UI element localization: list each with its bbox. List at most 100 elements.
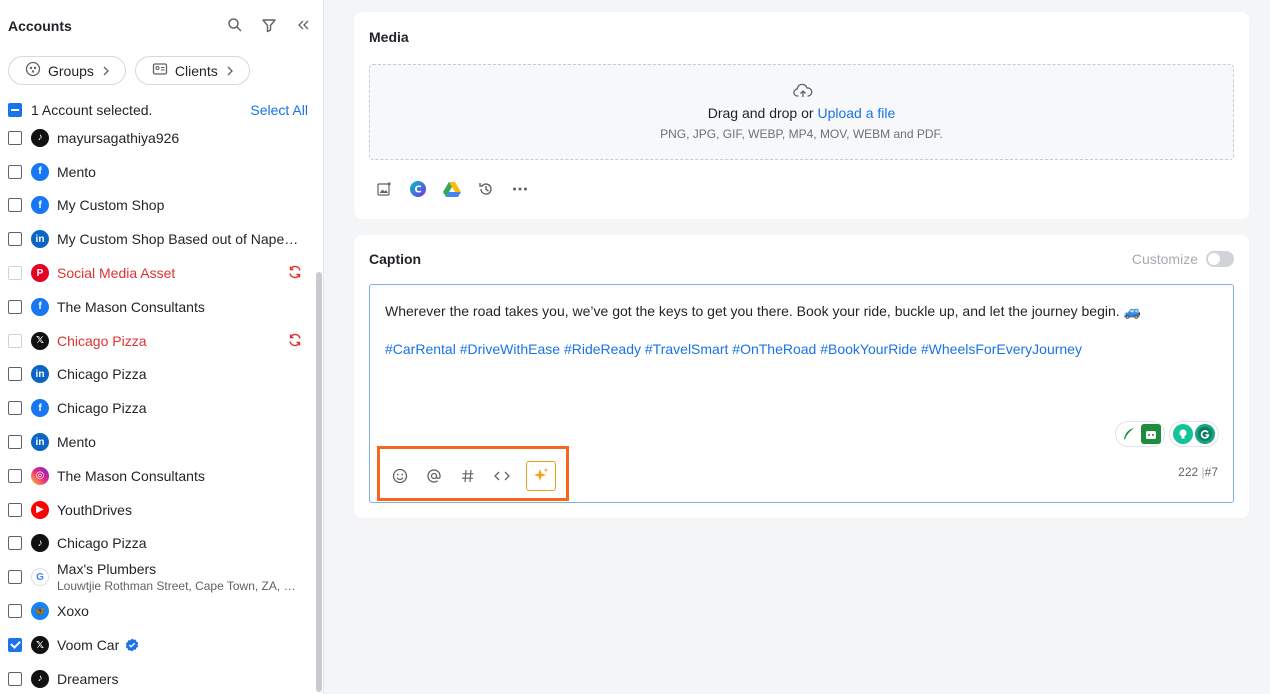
customize-label: Customize <box>1131 251 1198 267</box>
account-checkbox[interactable] <box>8 164 22 179</box>
facebook-icon: f <box>31 162 49 181</box>
pinterest-icon: P <box>31 264 49 283</box>
caption-panel: Caption Customize Wherever the road take… <box>354 235 1249 518</box>
tiktok-icon: ♪ <box>31 534 49 553</box>
account-name: My Custom Shop <box>57 197 165 214</box>
account-name: Chicago Pizza <box>57 535 147 552</box>
collapse-icon[interactable] <box>294 16 312 34</box>
account-row[interactable]: f Mento <box>8 155 308 189</box>
svg-text:C: C <box>414 185 421 196</box>
account-row[interactable]: f My Custom Shop <box>8 189 308 223</box>
grammarly-badge[interactable] <box>1169 421 1219 447</box>
account-name: Chicago Pizza <box>57 400 147 417</box>
account-name: YouthDrives <box>57 501 132 518</box>
upload-file-link[interactable]: Upload a file <box>817 105 895 121</box>
chevron-right-icon <box>225 63 235 79</box>
account-row[interactable]: in Mento <box>8 425 308 459</box>
linkedin-icon: in <box>31 433 49 452</box>
account-row[interactable]: 🦋 Xoxo <box>8 594 308 628</box>
clients-chip[interactable]: Clients <box>134 56 250 85</box>
account-name: The Mason Consultants <box>57 298 205 315</box>
hashtag-icon[interactable] <box>458 467 477 486</box>
selection-count: 1 Account selected. <box>31 102 153 118</box>
account-checkbox[interactable] <box>8 638 22 653</box>
verified-badge-icon <box>125 638 139 652</box>
account-row[interactable]: f Chicago Pizza <box>8 391 308 425</box>
google-drive-icon[interactable] <box>443 180 461 198</box>
image-gallery-icon[interactable] <box>375 180 393 198</box>
reconnect-icon[interactable] <box>288 265 304 281</box>
ai-sparkle-icon[interactable] <box>526 461 556 491</box>
account-row[interactable]: f The Mason Consultants <box>8 290 308 324</box>
account-checkbox[interactable] <box>8 604 22 619</box>
code-icon[interactable] <box>492 467 511 486</box>
account-checkbox[interactable] <box>8 232 22 247</box>
char-count: 222 <box>1178 465 1199 479</box>
x-icon: 𝕏 <box>31 636 49 655</box>
sidebar-scrollbar[interactable] <box>316 272 322 692</box>
caption-text[interactable]: Wherever the road takes you, we’ve got t… <box>385 303 1141 320</box>
accounts-sidebar: Accounts Groups Clients 1 Account select… <box>0 0 324 694</box>
account-checkbox[interactable] <box>8 570 22 585</box>
accounts-list: ♪ mayursagathiya926 f Mento f My Custom Shop i… <box>8 121 308 694</box>
customize-toggle[interactable] <box>1206 251 1234 267</box>
account-checkbox[interactable] <box>8 198 22 213</box>
account-row[interactable]: ◎ The Mason Consultants <box>8 459 308 493</box>
customize-control: Customize <box>1132 251 1234 267</box>
account-checkbox[interactable] <box>8 367 22 382</box>
hashtag-count: #7 <box>1204 465 1218 479</box>
account-checkbox[interactable] <box>8 299 22 314</box>
account-row[interactable]: ♪ Dreamers <box>8 662 308 694</box>
writing-assistant-badge[interactable] <box>1115 421 1165 447</box>
account-name: Mento <box>57 163 96 180</box>
account-row[interactable]: in Chicago Pizza <box>8 358 308 392</box>
account-row[interactable]: 𝕏 Voom Car <box>8 628 308 662</box>
account-name: mayursagathiya926 <box>57 129 180 146</box>
filter-icon[interactable] <box>260 16 278 34</box>
account-row[interactable]: ♪ mayursagathiya926 <box>8 121 308 155</box>
media-title: Media <box>369 29 409 45</box>
mention-icon[interactable] <box>424 467 443 486</box>
reconnect-icon[interactable] <box>288 333 304 349</box>
account-row[interactable]: in My Custom Shop Based out of Naperville <box>8 222 308 256</box>
feather-icon <box>1119 424 1139 444</box>
account-checkbox[interactable] <box>8 401 22 416</box>
bluesky-icon: 🦋 <box>31 602 49 621</box>
account-row[interactable]: ♪ Chicago Pizza <box>8 527 308 561</box>
dropzone-text: Drag and drop or Upload a file <box>707 105 896 121</box>
search-icon[interactable] <box>226 16 244 34</box>
account-name: Max's Plumbers <box>57 561 157 578</box>
deselect-all-checkbox[interactable] <box>8 103 22 117</box>
account-row[interactable]: G Max's Plumbers Louwtjie Rothman Street, … <box>8 560 308 594</box>
account-checkbox[interactable] <box>8 130 22 145</box>
account-checkbox[interactable] <box>8 536 22 551</box>
emoji-icon[interactable] <box>390 467 409 486</box>
caption-hashtags[interactable]: #CarRental #DriveWithEase #RideReady #Tr… <box>385 341 1082 357</box>
clients-icon <box>152 61 168 80</box>
media-dropzone[interactable]: Drag and drop or Upload a file PNG, JPG,… <box>369 64 1234 160</box>
chevron-right-icon <box>101 63 111 79</box>
account-row[interactable]: ▶ YouthDrives <box>8 493 308 527</box>
account-name: Voom Car <box>57 637 120 654</box>
account-checkbox[interactable] <box>8 671 22 686</box>
linkedin-icon: in <box>31 230 49 249</box>
cloud-upload-icon <box>793 83 813 99</box>
youtube-icon: ▶ <box>31 500 49 519</box>
select-all-link[interactable]: Select All <box>250 102 308 118</box>
account-checkbox <box>8 333 22 348</box>
linkedin-icon: in <box>31 365 49 384</box>
canva-icon[interactable]: C <box>409 180 427 198</box>
account-row[interactable]: 𝕏 Chicago Pizza <box>8 324 308 358</box>
account-checkbox[interactable] <box>8 502 22 517</box>
more-icon[interactable] <box>511 180 529 198</box>
account-checkbox[interactable] <box>8 468 22 483</box>
account-checkbox[interactable] <box>8 435 22 450</box>
account-name: Dreamers <box>57 670 119 687</box>
sidebar-header: Accounts <box>8 16 312 36</box>
history-icon[interactable] <box>477 180 495 198</box>
caption-editor[interactable]: Wherever the road takes you, we’ve got t… <box>369 284 1234 503</box>
account-name: Chicago Pizza <box>57 332 147 349</box>
groups-chip[interactable]: Groups <box>8 56 126 85</box>
lightbulb-icon <box>1173 424 1193 444</box>
account-row[interactable]: P Social Media Asset <box>8 256 308 290</box>
